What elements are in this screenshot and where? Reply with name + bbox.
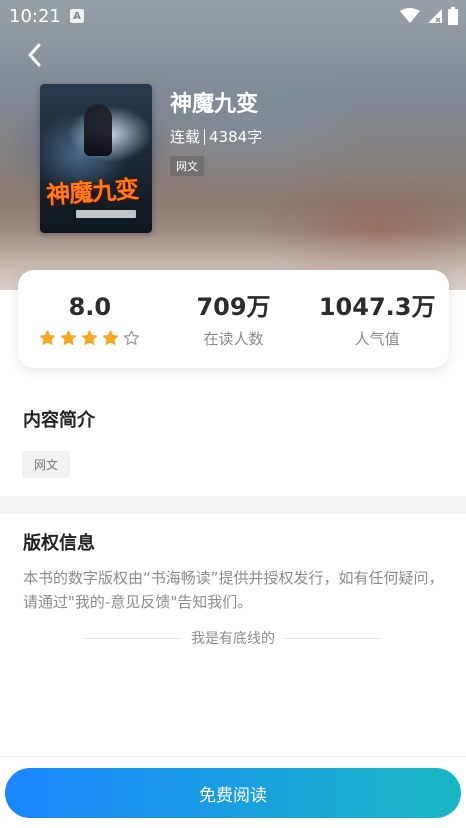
stats-card: 8.0 709万 在读人数 1047.3万 人气值	[18, 270, 449, 368]
meta-divider	[204, 128, 206, 145]
status-time: 10:21	[9, 6, 61, 27]
star-filled-icon	[39, 330, 56, 346]
end-of-content: 我是有底线的	[85, 628, 381, 648]
readers-stat: 709万 在读人数	[162, 270, 306, 368]
end-line-left	[85, 637, 181, 639]
back-button[interactable]	[20, 42, 50, 72]
cover-subtitle-band	[76, 210, 136, 218]
free-read-button[interactable]: 免费阅读	[5, 768, 461, 818]
book-cover[interactable]: 神魔九变	[40, 84, 152, 233]
readers-value: 709万	[196, 293, 271, 321]
popularity-value: 1047.3万	[318, 293, 436, 321]
copyright-heading: 版权信息	[23, 533, 95, 554]
rating-stat: 8.0	[18, 270, 162, 368]
status-icons	[400, 7, 458, 25]
status-bar: 10:21 A	[0, 0, 466, 34]
battery-icon	[448, 7, 458, 25]
star-filled-icon	[60, 330, 77, 346]
end-text: 我是有底线的	[191, 631, 275, 647]
book-title: 神魔九变	[170, 92, 259, 117]
intro-genre-tag[interactable]: 网文	[22, 451, 71, 478]
end-line-right	[285, 637, 381, 639]
book-detail-screen: 10:21 A 神魔九变 神魔九变 连载 4384字 网文 8.0 709万 在…	[0, 0, 466, 828]
popularity-label: 人气值	[354, 330, 400, 348]
readers-label: 在读人数	[203, 330, 264, 348]
signal-icon	[426, 8, 442, 24]
star-filled-icon	[81, 330, 98, 346]
cover-title-art: 神魔九变	[45, 174, 140, 210]
notification-icon: A	[70, 9, 84, 23]
star-empty-icon	[123, 330, 140, 346]
section-divider	[0, 496, 466, 514]
book-status: 连载	[170, 128, 201, 146]
wifi-icon	[400, 8, 420, 24]
book-genre-tag: 网文	[170, 156, 204, 176]
book-word-count: 4384字	[209, 128, 263, 146]
intro-heading: 内容简介	[23, 410, 95, 431]
rating-value: 8.0	[68, 293, 112, 321]
cover-figure	[84, 104, 112, 156]
popularity-stat: 1047.3万 人气值	[305, 270, 449, 368]
rating-stars	[39, 330, 140, 346]
star-filled-icon	[102, 330, 119, 346]
book-meta: 连载 4384字	[170, 126, 262, 147]
chevron-left-icon	[27, 43, 43, 71]
copyright-text: 本书的数字版权由“书海畅读”提供并授权发行，如有任何疑问，请通过"我的-意见反馈…	[23, 569, 444, 611]
